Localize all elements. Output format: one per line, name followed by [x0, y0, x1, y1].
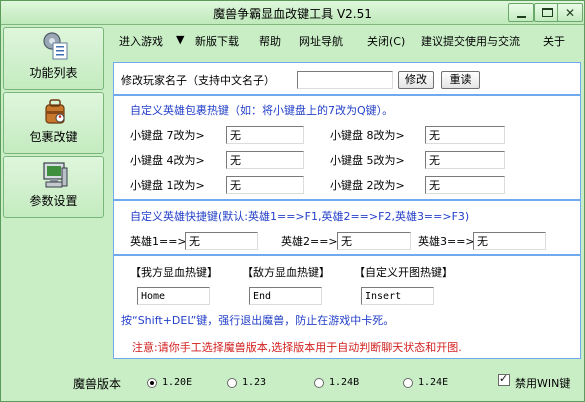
nav-item-parameters[interactable]: 参数设置 — [3, 156, 104, 218]
menu-site-nav[interactable]: 网址导航 — [299, 33, 343, 49]
nav-item-label: 功能列表 — [29, 66, 78, 80]
version-bar: 魔兽版本 1.20E 1.23 1.24B 1.24E ✓ 禁用WIN键 — [1, 367, 584, 397]
version-option-label: 1.23 — [242, 377, 267, 388]
version-radio-1-24e[interactable] — [403, 378, 413, 388]
menu-help[interactable]: 帮助 — [259, 33, 281, 49]
numpad-1-input[interactable] — [226, 176, 304, 194]
enemy-hp-hotkey-input[interactable] — [249, 287, 322, 305]
hero-3-input[interactable] — [473, 232, 546, 250]
exit-note: 按“Shift+DEL”键，强行退出魔兽，防止在游戏中卡死。 — [121, 314, 395, 327]
hero-1-input[interactable] — [185, 232, 258, 250]
computer-icon — [43, 162, 68, 188]
numpad-2-input[interactable] — [425, 176, 505, 194]
menu-about[interactable]: 关于 — [543, 33, 565, 49]
reset-button[interactable]: 重读 — [441, 71, 480, 89]
numpad-8-input[interactable] — [425, 126, 505, 144]
own-hp-label: 【我方显血热键】 — [130, 266, 218, 279]
menu-close[interactable]: 关闭(C) — [367, 33, 405, 49]
inventory-heading: 自定义英雄包裹热键（如：将小键盘上的7改为Q键）。 — [130, 104, 394, 117]
hero-label: 英雄1==> — [130, 235, 187, 248]
numpad-5-input[interactable] — [425, 151, 505, 169]
bag-icon — [45, 99, 65, 124]
main-window: 魔兽争霸显血改键工具 V2.51 ✕ 功能列表 包裹改键 参数设置 进入游戏 ▼… — [0, 0, 585, 402]
version-radio-1-23[interactable] — [227, 378, 237, 388]
menu-new-download[interactable]: 新版下载 — [195, 33, 239, 49]
player-name-input[interactable] — [297, 71, 393, 89]
display-hotkeys-panel: 【我方显血热键】 【敌方显血热键】 【自定义开图热键】 按“Shift+DEL”… — [113, 255, 581, 359]
sidebar-nav: 功能列表 包裹改键 参数设置 — [3, 27, 104, 373]
rename-label: 修改玩家名子（支持中文名子） — [121, 74, 275, 87]
window-title: 魔兽争霸显血改键工具 V2.51 — [213, 7, 372, 21]
checkmark-icon: ✓ — [499, 372, 509, 385]
version-option-label: 1.20E — [162, 377, 193, 388]
slot-label: 小键盘 7改为> — [130, 129, 205, 142]
maximize-icon — [542, 8, 553, 17]
hero-hotkeys-panel: 自定义英雄快捷键(默认:英雄1==>F1,英雄2==>F2,英雄3==>F3) … — [113, 200, 581, 255]
inventory-hotkeys-panel: 自定义英雄包裹热键（如：将小键盘上的7改为Q键）。 小键盘 7改为> 小键盘 8… — [113, 95, 581, 200]
version-radio-1-24b[interactable] — [314, 378, 324, 388]
hero-2-input[interactable] — [337, 232, 411, 250]
modify-button[interactable]: 修改 — [398, 71, 434, 89]
slot-label: 小键盘 5改为> — [330, 154, 405, 167]
minimize-icon — [517, 16, 526, 18]
close-button[interactable]: ✕ — [557, 3, 583, 22]
settings-list-icon — [43, 32, 68, 60]
disable-win-key-label: 禁用WIN键 — [515, 377, 571, 390]
minimize-button[interactable] — [508, 3, 534, 22]
own-hp-hotkey-input[interactable] — [137, 287, 210, 305]
hero-heading: 自定义英雄快捷键(默认:英雄1==>F1,英雄2==>F2,英雄3==>F3) — [130, 210, 470, 223]
menu-dropdown-arrow-icon[interactable]: ▼ — [176, 33, 184, 46]
version-warning: 注意:请你手工选择魔兽版本,选择版本用于自动判断聊天状态和开图. — [132, 341, 462, 354]
hero-label: 英雄2==> — [281, 235, 338, 248]
nav-item-label: 参数设置 — [29, 194, 78, 208]
map-reveal-label: 【自定义开图热键】 — [354, 266, 453, 279]
slot-label: 小键盘 8改为> — [330, 129, 405, 142]
numpad-7-input[interactable] — [226, 126, 304, 144]
menu-feedback[interactable]: 建议提交使用与交流 — [421, 33, 520, 49]
nav-item-label: 包裹改键 — [29, 130, 78, 144]
slot-label: 小键盘 4改为> — [130, 154, 205, 167]
slot-label: 小键盘 2改为> — [330, 179, 405, 192]
nav-item-function-list[interactable]: 功能列表 — [3, 27, 104, 90]
version-option-label: 1.24B — [329, 377, 360, 388]
close-icon: ✕ — [564, 6, 576, 20]
nav-item-bag-keys[interactable]: 包裹改键 — [3, 92, 104, 154]
numpad-4-input[interactable] — [226, 151, 304, 169]
slot-label: 小键盘 1改为> — [130, 179, 205, 192]
hero-label: 英雄3==> — [418, 235, 475, 248]
version-radio-1-20e[interactable] — [147, 378, 157, 388]
disable-win-key-checkbox[interactable]: ✓ — [498, 372, 510, 386]
version-label: 魔兽版本 — [73, 377, 122, 391]
map-reveal-hotkey-input[interactable] — [361, 287, 434, 305]
version-option-label: 1.24E — [418, 377, 449, 388]
menu-enter-game[interactable]: 进入游戏 — [119, 33, 163, 49]
title-bar: 魔兽争霸显血改键工具 V2.51 ✕ — [1, 1, 584, 25]
enemy-hp-label: 【敌方显血热键】 — [242, 266, 330, 279]
rename-panel: 修改玩家名子（支持中文名子） 修改 重读 — [113, 62, 581, 95]
